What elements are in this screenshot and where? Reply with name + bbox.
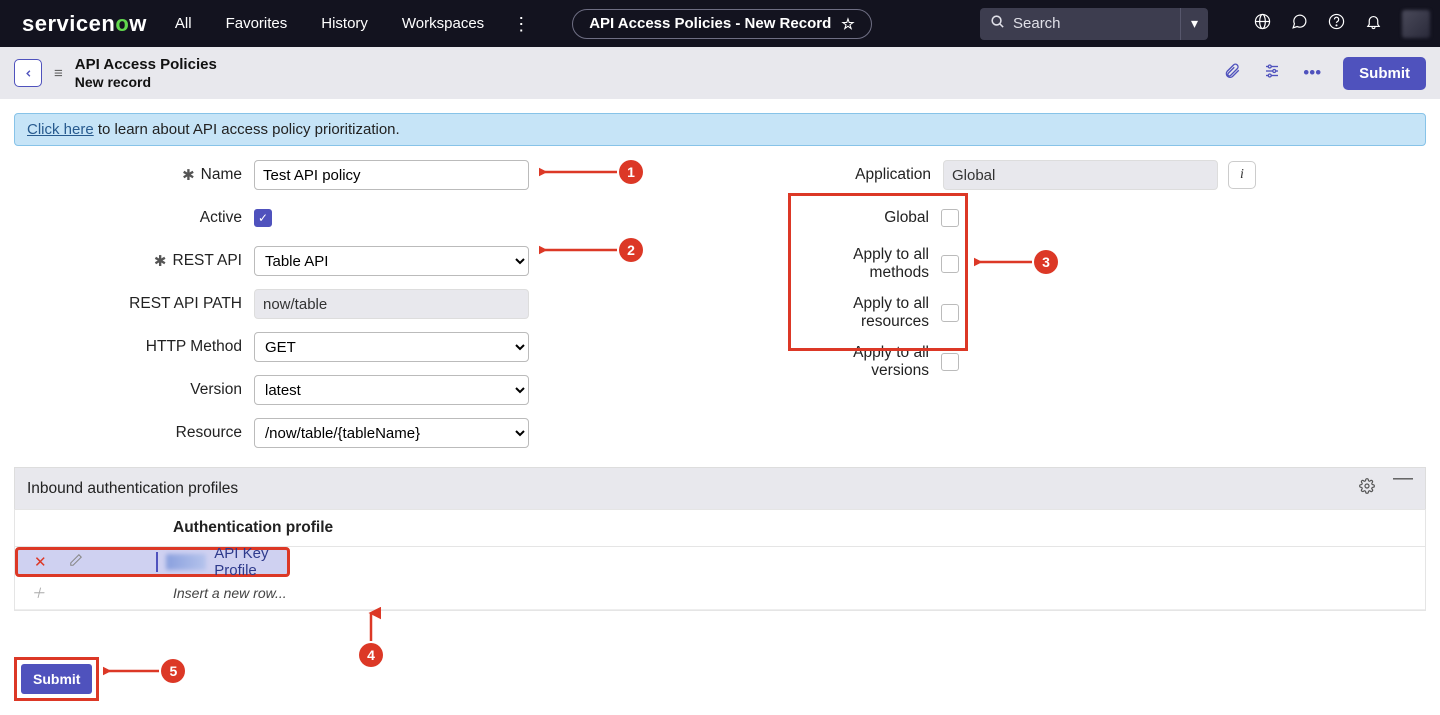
nav-all[interactable]: All [175,15,192,32]
apply-all-methods-checkbox[interactable] [941,255,959,273]
logo: servicenow [22,11,147,37]
apply-all-resources-checkbox[interactable] [941,304,959,322]
global-checkbox[interactable] [941,209,959,227]
info-banner-link[interactable]: Click here [27,121,94,138]
search-icon [990,14,1005,33]
nav-history[interactable]: History [321,15,368,32]
auth-profile-table: Authentication profile ✕ API Key Profile… [14,509,1426,611]
redacted-name [166,554,206,570]
submit-button-top[interactable]: Submit [1343,57,1426,90]
add-row-icon[interactable]: ＋ [31,583,45,603]
nav-links: All Favorites History Workspaces [175,15,484,32]
pill-title: API Access Policies - New Record [589,15,831,32]
name-field[interactable] [254,160,529,190]
avatar[interactable] [1402,10,1430,38]
form-header: ≡ API Access Policies New record ••• Sub… [0,47,1440,99]
nav-favorites[interactable]: Favorites [226,15,288,32]
auth-profile-link[interactable]: API Key Profile [214,545,279,579]
bell-icon[interactable] [1365,13,1382,35]
application-info-icon[interactable]: i [1228,161,1256,189]
insert-row[interactable]: ＋ Insert a new row... [15,577,1425,610]
page-title-group: API Access Policies New record [75,56,217,91]
back-button[interactable] [14,59,42,87]
globe-icon[interactable] [1254,13,1271,35]
rest-api-select[interactable]: Table API [254,246,529,276]
star-icon[interactable]: ☆ [841,15,854,33]
gear-icon[interactable] [1359,478,1375,499]
http-method-select[interactable]: GET [254,332,529,362]
application-field [943,160,1218,190]
delete-row-icon[interactable]: ✕ [34,553,47,571]
related-list-header: Inbound authentication profiles — [14,467,1426,510]
breadcrumb-pill[interactable]: API Access Policies - New Record ☆ [572,9,872,39]
required-icon: ✱ [182,166,195,184]
search-input[interactable]: Search [980,8,1180,40]
active-checkbox[interactable]: ✓ [254,209,272,227]
top-navbar: servicenow All Favorites History Workspa… [0,0,1440,47]
more-actions-icon[interactable]: ••• [1303,63,1321,83]
chat-icon[interactable] [1291,13,1308,35]
version-select[interactable]: latest [254,375,529,405]
collapse-icon[interactable]: — [1393,478,1413,499]
annotation-4: 4 [359,607,383,667]
info-banner: Click here to learn about API access pol… [14,113,1426,146]
context-menu-icon[interactable]: ≡ [54,65,63,82]
required-icon: ✱ [154,252,167,270]
form-right-column: Application i Global Apply to all method… [655,160,1416,461]
table-row[interactable]: ✕ API Key Profile [15,547,290,577]
edit-row-icon[interactable] [69,553,83,571]
settings-icon[interactable] [1263,62,1281,85]
rest-api-path-field [254,289,529,319]
help-icon[interactable] [1328,13,1345,35]
top-icons [1254,10,1430,38]
page-subtitle: New record [75,74,217,91]
apply-all-versions-checkbox[interactable] [941,353,959,371]
resource-select[interactable]: /now/table/{tableName} [254,418,529,448]
nav-workspaces[interactable]: Workspaces [402,15,484,32]
attachment-icon[interactable] [1223,62,1241,85]
form-left-column: ✱Name Active ✓ ✱REST API Table API REST … [24,160,625,461]
page-title: API Access Policies [75,56,217,74]
nav-more-icon[interactable]: ⋮ [512,15,530,33]
auth-profile-column-header[interactable]: Authentication profile [173,519,333,537]
search-dropdown[interactable]: ▾ [1180,8,1208,40]
search-group: Search ▾ [980,8,1208,40]
